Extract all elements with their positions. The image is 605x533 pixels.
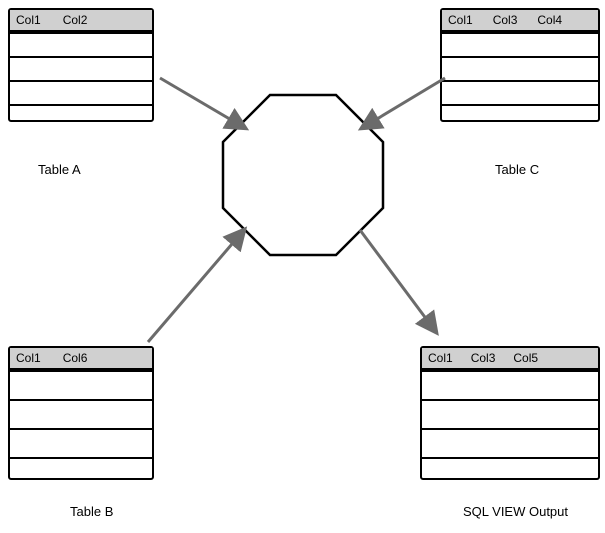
table-row (442, 56, 598, 80)
table-c-col1: Col1 (448, 13, 473, 27)
table-row (422, 370, 598, 399)
arrow-view-to-output (360, 230, 436, 332)
table-row (10, 399, 152, 428)
table-row (442, 104, 598, 128)
table-row (442, 32, 598, 56)
arrow-c-to-view (362, 78, 445, 128)
table-output-caption: SQL VIEW Output (463, 504, 568, 519)
table-row (10, 370, 152, 399)
diagram-canvas: Col1 Col2 Table A Col1 Col3 Col4 Table C… (0, 0, 605, 533)
table-output: Col1 Col3 Col5 (420, 346, 600, 480)
table-a-header: Col1 Col2 (10, 10, 152, 32)
table-b-caption: Table B (70, 504, 113, 519)
table-c-caption: Table C (495, 162, 539, 177)
table-row (422, 428, 598, 457)
arrow-a-to-view (160, 78, 245, 128)
table-row (422, 399, 598, 428)
table-a-caption: Table A (38, 162, 81, 177)
table-row (10, 428, 152, 457)
table-b-header: Col1 Col6 (10, 348, 152, 370)
table-c-header: Col1 Col3 Col4 (442, 10, 598, 32)
table-output-header: Col1 Col3 Col5 (422, 348, 598, 370)
table-output-col1: Col1 (428, 351, 453, 365)
table-c-col2: Col3 (493, 13, 518, 27)
table-c-col3: Col4 (537, 13, 562, 27)
table-a-col2: Col2 (63, 13, 88, 27)
table-row (10, 56, 152, 80)
table-row (442, 80, 598, 104)
sql-view-label: SQL VIEW (274, 168, 336, 182)
arrow-b-to-view (148, 230, 244, 342)
table-row (10, 457, 152, 486)
table-row (10, 32, 152, 56)
table-a-col1: Col1 (16, 13, 41, 27)
table-row (422, 457, 598, 486)
table-b: Col1 Col6 (8, 346, 154, 480)
table-output-col2: Col3 (471, 351, 496, 365)
table-a: Col1 Col2 (8, 8, 154, 122)
table-c: Col1 Col3 Col4 (440, 8, 600, 122)
table-output-col3: Col5 (513, 351, 538, 365)
table-row (10, 80, 152, 104)
table-row (10, 104, 152, 128)
table-b-col2: Col6 (63, 351, 88, 365)
table-b-col1: Col1 (16, 351, 41, 365)
